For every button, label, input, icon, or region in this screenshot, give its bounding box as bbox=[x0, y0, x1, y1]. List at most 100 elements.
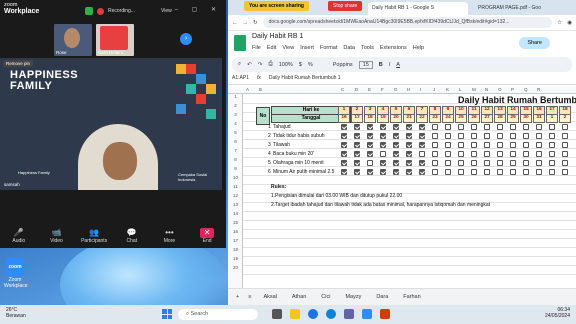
stop-share-button[interactable]: Stop share bbox=[328, 1, 363, 11]
column-header[interactable]: M bbox=[472, 87, 476, 92]
menu-format[interactable]: Format bbox=[320, 45, 337, 51]
row-header[interactable]: 8 bbox=[228, 157, 243, 162]
habit-checkbox[interactable] bbox=[380, 133, 386, 139]
habit-checkbox[interactable] bbox=[510, 169, 516, 175]
habit-checkbox[interactable] bbox=[549, 160, 555, 166]
tab-program-page[interactable]: PROGRAM PAGE.pdf - Goo bbox=[474, 2, 564, 15]
sheet-tab[interactable]: Dara bbox=[373, 292, 391, 302]
row-header[interactable]: 15 bbox=[228, 220, 243, 225]
habit-checkbox[interactable] bbox=[497, 142, 503, 148]
reload-icon[interactable]: ↻ bbox=[253, 20, 258, 26]
back-icon[interactable]: ← bbox=[232, 20, 238, 26]
habit-checkbox[interactable] bbox=[367, 142, 373, 148]
taskview-icon[interactable] bbox=[272, 309, 282, 319]
sheet-tab[interactable]: Mayzy bbox=[342, 292, 364, 302]
habit-checkbox[interactable] bbox=[523, 160, 529, 166]
habit-checkbox[interactable] bbox=[341, 160, 347, 166]
habit-checkbox[interactable] bbox=[497, 160, 503, 166]
document-title[interactable]: Daily Habit RB 1 bbox=[252, 33, 303, 40]
habit-checkbox[interactable] bbox=[471, 169, 477, 175]
habit-checkbox[interactable] bbox=[484, 133, 490, 139]
habit-checkbox[interactable] bbox=[445, 124, 451, 130]
italic-icon[interactable]: I bbox=[389, 62, 391, 68]
habit-checkbox[interactable] bbox=[419, 160, 425, 166]
habit-checkbox[interactable] bbox=[484, 160, 490, 166]
habit-checkbox[interactable] bbox=[471, 160, 477, 166]
column-header[interactable]: R bbox=[537, 87, 540, 92]
habit-checkbox[interactable] bbox=[523, 124, 529, 130]
menu-help[interactable]: Help bbox=[413, 45, 424, 51]
next-page-button[interactable]: › bbox=[180, 33, 192, 45]
habit-checkbox[interactable] bbox=[536, 169, 542, 175]
sheet-tab[interactable]: Athan bbox=[289, 292, 309, 302]
column-header[interactable]: E bbox=[368, 87, 371, 92]
habit-checkbox[interactable] bbox=[432, 124, 438, 130]
habit-checkbox[interactable] bbox=[471, 151, 477, 157]
bold-icon[interactable]: B bbox=[379, 62, 383, 68]
habit-checkbox[interactable] bbox=[458, 124, 464, 130]
habit-checkbox[interactable] bbox=[354, 133, 360, 139]
habit-checkbox[interactable] bbox=[367, 160, 373, 166]
habit-checkbox[interactable] bbox=[549, 124, 555, 130]
habit-checkbox[interactable] bbox=[549, 151, 555, 157]
habit-checkbox[interactable] bbox=[510, 151, 516, 157]
column-header[interactable]: P bbox=[511, 87, 514, 92]
column-header[interactable]: J bbox=[433, 87, 435, 92]
row-header[interactable]: 4 bbox=[228, 121, 243, 126]
habit-checkbox[interactable] bbox=[562, 160, 568, 166]
column-header[interactable]: D bbox=[355, 87, 358, 92]
row-header[interactable]: 19 bbox=[228, 256, 243, 261]
habit-checkbox[interactable] bbox=[510, 142, 516, 148]
habit-checkbox[interactable] bbox=[354, 169, 360, 175]
habit-checkbox[interactable] bbox=[393, 142, 399, 148]
habit-checkbox[interactable] bbox=[406, 142, 412, 148]
url-field[interactable]: docs.google.com/spreadsheets/d/1MWEaoAna… bbox=[262, 17, 553, 28]
habit-checkbox[interactable] bbox=[549, 133, 555, 139]
habit-checkbox[interactable] bbox=[419, 151, 425, 157]
habit-checkbox[interactable] bbox=[458, 151, 464, 157]
menu-file[interactable]: File bbox=[252, 45, 261, 51]
audio-button[interactable]: 🎤 Audio bbox=[4, 228, 34, 244]
zoom-desktop-icon[interactable]: zoom Zoom Workplace bbox=[4, 258, 28, 289]
column-header[interactable]: K bbox=[446, 87, 449, 92]
name-box[interactable]: A1:AP1 bbox=[232, 75, 249, 81]
participant-tile[interactable]: Rose bbox=[54, 24, 92, 56]
row-header[interactable]: 5 bbox=[228, 130, 243, 135]
percent-icon[interactable]: % bbox=[308, 62, 313, 68]
sheet-tab[interactable]: Farhan bbox=[400, 292, 423, 302]
habit-checkbox[interactable] bbox=[432, 142, 438, 148]
habit-checkbox[interactable] bbox=[380, 142, 386, 148]
habit-checkbox[interactable] bbox=[458, 133, 464, 139]
habit-checkbox[interactable] bbox=[380, 160, 386, 166]
habit-checkbox[interactable] bbox=[380, 151, 386, 157]
habit-checkbox[interactable] bbox=[536, 160, 542, 166]
habit-checkbox[interactable] bbox=[549, 169, 555, 175]
formula-input[interactable]: Daily Habit Rumah Bertumbuh 1 bbox=[269, 75, 341, 81]
row-header[interactable]: 12 bbox=[228, 193, 243, 198]
edge-icon[interactable] bbox=[326, 309, 336, 319]
habit-checkbox[interactable] bbox=[510, 160, 516, 166]
all-sheets-icon[interactable]: ≡ bbox=[248, 294, 251, 300]
profile-icon[interactable]: ◉ bbox=[567, 20, 572, 26]
text-color-icon[interactable]: A bbox=[396, 62, 400, 68]
row-header[interactable]: 17 bbox=[228, 238, 243, 243]
habit-checkbox[interactable] bbox=[562, 151, 568, 157]
column-header[interactable]: B bbox=[259, 87, 262, 92]
habit-checkbox[interactable] bbox=[484, 124, 490, 130]
habit-checkbox[interactable] bbox=[458, 160, 464, 166]
remove-pin-button[interactable]: Remove pin bbox=[3, 60, 34, 67]
habit-checkbox[interactable] bbox=[367, 133, 373, 139]
column-header[interactable]: I bbox=[420, 87, 421, 92]
habit-checkbox[interactable] bbox=[406, 124, 412, 130]
spreadsheet-grid[interactable]: ABCDEFGHIJKLMNOPQR 1 2 3 4 5 6 7 8 9 10 11 12 13 14 15… bbox=[228, 87, 576, 294]
sheet-tab[interactable]: Cici bbox=[318, 292, 333, 302]
row-header[interactable]: 3 bbox=[228, 112, 243, 117]
habit-checkbox[interactable] bbox=[445, 151, 451, 157]
habit-checkbox[interactable] bbox=[536, 133, 542, 139]
habit-checkbox[interactable] bbox=[367, 151, 373, 157]
habit-checkbox[interactable] bbox=[419, 169, 425, 175]
habit-checkbox[interactable] bbox=[393, 169, 399, 175]
star-icon[interactable]: ☆ bbox=[557, 20, 562, 26]
font-size-field[interactable]: 15 bbox=[358, 60, 373, 69]
habit-checkbox[interactable] bbox=[536, 124, 542, 130]
